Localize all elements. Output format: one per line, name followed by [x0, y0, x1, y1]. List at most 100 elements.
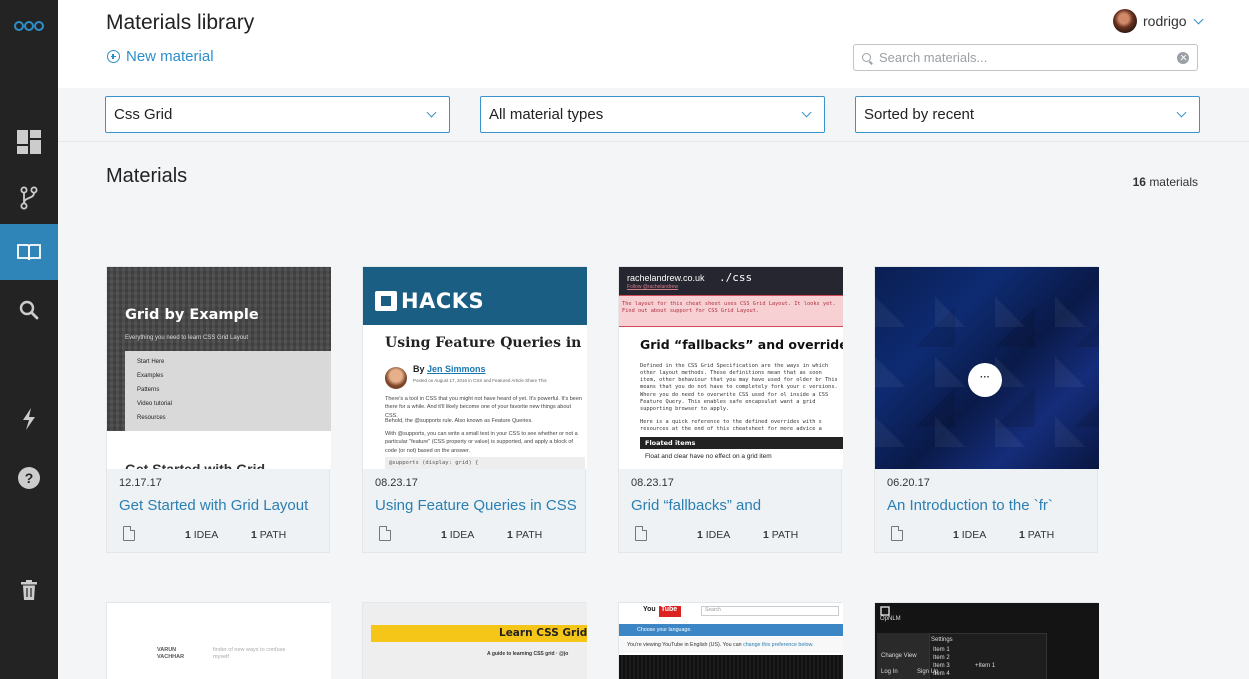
material-card[interactable]: Grid by Example Everything you need to l… [106, 266, 331, 553]
thumb-heading: Using Feature Queries in [385, 335, 582, 351]
material-card[interactable]: You Tube Search Choose your language. Yo… [618, 602, 843, 679]
opnlm-logo-icon [880, 606, 890, 616]
add-circle-icon [107, 50, 120, 63]
thumb-paragraph: Behold, the @supports rule. Also known a… [385, 418, 533, 424]
thumb-notice: The layout for this cheat sheet uses CSS… [619, 295, 843, 327]
thumb-floated-heading: Floated items [640, 437, 843, 449]
ideas-label: IDEA [961, 529, 987, 541]
document-icon [123, 526, 135, 541]
thumb-item-prefix: +Item 1 [975, 663, 996, 669]
document-icon [891, 526, 903, 541]
thumb-brand: HACKS [401, 289, 485, 313]
language-bar: Choose your language. [619, 624, 843, 636]
thumb-item: Item 4 [933, 671, 950, 677]
ideas-label: IDEA [449, 529, 475, 541]
thumb-float-text: Float and clear have no effect on a grid… [645, 453, 772, 460]
logo-icon[interactable] [13, 14, 45, 34]
search-icon [19, 300, 39, 320]
paths-count: 1 PATH [1019, 529, 1054, 541]
dashboard-icon [17, 130, 41, 154]
chevron-down-icon [801, 107, 812, 118]
material-thumbnail[interactable]: Grid by Example Everything you need to l… [107, 267, 331, 469]
nav-activity[interactable] [0, 391, 58, 447]
paths-number: 1 [507, 529, 513, 541]
more-options-button[interactable]: ··· [968, 363, 1002, 397]
card-date: 12.17.17 [119, 477, 162, 489]
topic-select[interactable]: Css Grid [105, 96, 450, 133]
paths-label: PATH [1027, 529, 1055, 541]
branch-icon [20, 186, 38, 210]
material-card[interactable]: rachelandrew.co.uk ./css Follow @rachela… [618, 266, 843, 553]
material-card[interactable]: ··· 06.20.17 An Introduction to the `fr`… [874, 266, 1099, 553]
type-select[interactable]: All material types [480, 96, 825, 133]
card-date: 06.20.17 [887, 477, 930, 489]
thumb-subheading: Everything you need to learn CSS Grid La… [125, 335, 249, 341]
materials-count-label: materials [1149, 175, 1198, 189]
thumb-menu: Start Here Examples Patterns Video tutor… [125, 351, 331, 431]
book-icon [17, 244, 41, 261]
thumb-byline: By Jen Simmons [413, 364, 486, 374]
ideas-number: 1 [697, 529, 703, 541]
material-thumbnail[interactable]: rachelandrew.co.uk ./css Follow @rachela… [619, 267, 843, 469]
document-icon [379, 526, 391, 541]
paths-count: 1 PATH [507, 529, 542, 541]
user-menu[interactable]: rodrigo [1113, 9, 1204, 33]
card-title[interactable]: Grid “fallbacks” and [631, 497, 836, 514]
material-card[interactable]: OpNLM Settings Change View Log In Sign U… [874, 602, 1099, 679]
new-material-label: New material [126, 48, 214, 65]
material-thumbnail[interactable]: You Tube Search Choose your language. Yo… [619, 603, 843, 679]
thumb-paragraph: With @supports, you can write a small te… [385, 431, 578, 454]
material-thumbnail[interactable]: Learn CSS Grid A guide to learning CSS g… [363, 603, 587, 679]
nav-help[interactable]: ? [0, 450, 58, 506]
nav-paths[interactable] [0, 170, 58, 226]
thumb-css-label: ./css [719, 271, 753, 284]
search-box [853, 44, 1198, 71]
thumb-menu-item: Examples [137, 373, 164, 379]
thumb-author: VARUN VACHHAR [157, 647, 185, 661]
help-icon: ? [18, 467, 40, 489]
nav-dashboard[interactable] [0, 114, 58, 170]
ideas-count: 1 IDEA [185, 529, 218, 541]
ideas-count: 1 IDEA [697, 529, 730, 541]
material-card[interactable]: Learn CSS Grid A guide to learning CSS g… [362, 602, 587, 679]
card-title[interactable]: Get Started with Grid Layout [119, 497, 324, 514]
material-thumbnail[interactable]: OpNLM Settings Change View Log In Sign U… [875, 603, 1099, 679]
thumb-item: Item 3 [933, 663, 950, 669]
nav-trash[interactable] [0, 562, 58, 618]
sort-select-value: Sorted by recent [864, 106, 975, 123]
ideas-number: 1 [953, 529, 959, 541]
nav-library[interactable] [0, 224, 58, 280]
thumb-menu-item: Change View [881, 653, 917, 659]
hacks-logo-icon [375, 291, 397, 311]
search-input[interactable] [879, 50, 1177, 65]
type-select-value: All material types [489, 106, 604, 123]
materials-count-number: 16 [1132, 175, 1146, 189]
new-material-button[interactable]: New material [107, 48, 214, 65]
material-thumbnail[interactable]: ··· [875, 267, 1099, 469]
card-date: 08.23.17 [631, 477, 674, 489]
material-thumbnail[interactable]: VARUN VACHHAR finder of new ways to conf… [107, 603, 331, 679]
card-stats: 1 IDEA 1 PATH [123, 526, 323, 544]
card-title[interactable]: An Introduction to the `fr` [887, 497, 1092, 514]
material-card[interactable]: HACKS Using Feature Queries in By Jen Si… [362, 266, 587, 553]
thumb-menu-item: Video tutorial [137, 401, 172, 407]
thumb-code: @supports (display: grid) { [385, 457, 585, 469]
paths-label: PATH [771, 529, 799, 541]
avatar [1113, 9, 1137, 33]
material-thumbnail[interactable]: HACKS Using Feature Queries in By Jen Si… [363, 267, 587, 469]
thumb-menu-item: Resources [137, 415, 166, 421]
nav-search[interactable] [0, 282, 58, 338]
sort-select[interactable]: Sorted by recent [855, 96, 1200, 133]
card-title[interactable]: Using Feature Queries in CSS [375, 497, 580, 514]
clear-search-icon[interactable] [1177, 51, 1189, 64]
paths-number: 1 [1019, 529, 1025, 541]
chevron-down-icon [1193, 14, 1204, 24]
section-title: Materials [106, 165, 188, 187]
user-name: rodrigo [1143, 13, 1187, 29]
paths-label: PATH [259, 529, 287, 541]
paths-count: 1 PATH [763, 529, 798, 541]
thumb-menu-item: Start Here [137, 359, 165, 365]
thumb-follow: Follow @rachelandrew [627, 284, 678, 290]
material-card[interactable]: VARUN VACHHAR finder of new ways to conf… [106, 602, 331, 679]
thumb-paragraph: Here is a quick reference to the defined… [640, 419, 822, 433]
